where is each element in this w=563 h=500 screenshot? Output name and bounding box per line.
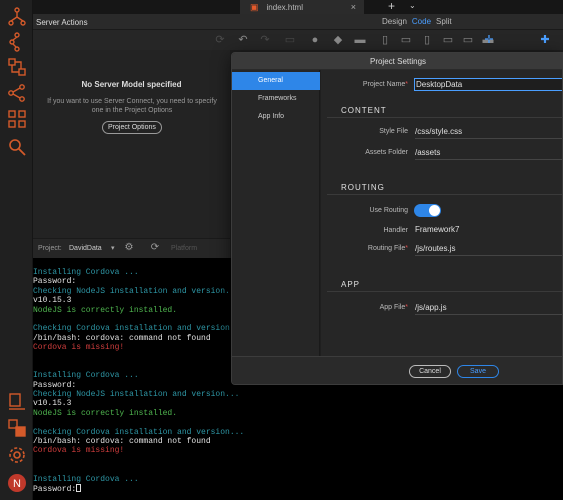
view-design[interactable]: Design xyxy=(382,17,407,26)
style-file-label: Style File xyxy=(379,128,408,135)
project-bar: Project: DavidData ▾ ⚙ ⟳ Platform xyxy=(33,238,230,258)
section-app-title: APP xyxy=(341,280,361,289)
project-settings-dialog: Project Settings General Frameworks App … xyxy=(231,52,563,385)
undo-icon[interactable]: ↶ xyxy=(236,33,250,47)
no-server-model-description: If you want to use Server Connect, you n… xyxy=(47,98,217,114)
assets-folder-label: Assets Folder xyxy=(365,149,408,156)
settings-icon[interactable] xyxy=(6,444,27,465)
nav-frameworks[interactable]: Frameworks xyxy=(232,90,320,108)
dialog-title: Project Settings xyxy=(232,53,562,70)
android-icon[interactable]: ◆ xyxy=(331,33,345,47)
nav-app-info[interactable]: App Info xyxy=(232,108,320,126)
refresh-icon[interactable]: ⟳ xyxy=(213,33,227,47)
search-icon[interactable] xyxy=(6,136,27,157)
project-label: Project: xyxy=(38,245,62,252)
gear-icon[interactable]: ⚙ xyxy=(123,242,135,254)
assets-folder-input[interactable]: /assets xyxy=(415,147,562,160)
app-flow-icon[interactable] xyxy=(6,6,27,27)
terminal-prompt[interactable]: Password: xyxy=(33,483,563,494)
terminal-line: v10.15.3 xyxy=(33,399,72,409)
notification-badge-letter: N xyxy=(13,478,21,490)
dialog-footer: Cancel Save xyxy=(232,356,562,384)
tablet-landscape-icon[interactable]: ▭ xyxy=(441,33,455,47)
terminal-cursor xyxy=(76,483,82,492)
activity-bar: N xyxy=(0,0,33,500)
routing-file-label: Routing File* xyxy=(367,245,408,252)
section-divider xyxy=(327,194,562,195)
redo-icon[interactable]: ↷ xyxy=(258,33,272,47)
handler-label: Handler xyxy=(383,227,408,234)
view-switcher: Design Code Split xyxy=(382,17,452,26)
terminal-line: /bin/bash: cordova: command not found xyxy=(33,437,211,447)
html5-icon: ▣ xyxy=(250,1,259,12)
phone-landscape-icon[interactable]: ▭ xyxy=(399,33,413,47)
project-select[interactable]: DavidData xyxy=(69,245,102,252)
structure-icon[interactable] xyxy=(6,31,27,52)
style-file-input[interactable]: /css/style.css xyxy=(415,126,562,139)
view-split[interactable]: Split xyxy=(436,17,452,26)
cancel-button[interactable]: Cancel xyxy=(409,365,451,378)
share-icon[interactable] xyxy=(6,82,27,103)
panel-header: Server Actions Design Code Split xyxy=(33,14,563,30)
app-file-input[interactable]: /js/app.js xyxy=(415,302,562,315)
section-content-title: CONTENT xyxy=(341,106,387,115)
toolbar: ⟳ ↶ ↷ ▭ ● ◆ ▬ ▯ ▭ ▯ ▭ ▭ ▬ ✛ ✚ xyxy=(33,30,563,50)
terminal-line: Checking NodeJS installation and version… xyxy=(33,390,240,400)
notifications-icon[interactable]: N xyxy=(6,472,27,493)
routing-file-input[interactable]: /js/routes.js xyxy=(415,243,562,256)
use-routing-toggle[interactable] xyxy=(414,204,441,217)
terminal-line: NodeJS is correctly installed. xyxy=(33,408,178,418)
monitor-icon[interactable]: ▬ xyxy=(353,33,367,47)
git-icon[interactable] xyxy=(6,417,27,438)
close-tab-icon[interactable]: × xyxy=(351,2,356,12)
tablet-icon[interactable]: ▯ xyxy=(420,33,434,47)
inspect-icon[interactable]: ✚ xyxy=(538,33,552,47)
tab-index-html[interactable]: ▣ index.html × xyxy=(240,0,364,14)
sync-icon[interactable]: ⟳ xyxy=(149,242,161,254)
server-connect-icon[interactable] xyxy=(6,56,27,77)
server-actions-panel: No Server Model specified If you want to… xyxy=(33,50,230,238)
terminal-line: Checking Cordova installation and versio… xyxy=(33,427,245,437)
tab-strip: ▣ index.html × + ⌄ xyxy=(33,0,563,14)
panel-title: Server Actions xyxy=(36,18,88,27)
project-name-label: Project Name* xyxy=(362,81,408,88)
no-server-model-title: No Server Model specified xyxy=(81,80,182,89)
view-code[interactable]: Code xyxy=(412,17,431,26)
section-routing-title: ROUTING xyxy=(341,183,385,192)
apple-icon[interactable]: ● xyxy=(308,33,322,47)
new-tab-button[interactable]: + xyxy=(388,0,395,12)
app-file-label: App File* xyxy=(379,304,408,311)
tab-label: index.html xyxy=(266,2,303,12)
terminal-line: Installing Cordova ... xyxy=(33,474,139,484)
terminal-line: Cordova is missing! xyxy=(33,446,125,456)
use-routing-label: Use Routing xyxy=(369,207,408,214)
platform-select[interactable]: Platform xyxy=(171,245,197,252)
camera-icon[interactable]: ▭ xyxy=(283,33,297,47)
modules-icon[interactable] xyxy=(6,108,27,129)
project-name-input[interactable]: DesktopData xyxy=(414,78,562,91)
laptop-icon[interactable]: ▭ xyxy=(461,33,475,47)
section-divider xyxy=(327,291,562,292)
tabs-menu-chevron-icon[interactable]: ⌄ xyxy=(409,0,416,12)
fit-icon[interactable]: ✛ xyxy=(482,33,496,47)
publish-icon[interactable] xyxy=(6,390,27,411)
chevron-down-icon[interactable]: ▾ xyxy=(111,244,115,252)
section-divider xyxy=(327,117,562,118)
handler-select[interactable]: Framework7 xyxy=(415,225,459,234)
project-options-button[interactable]: Project Options xyxy=(102,121,162,134)
settings-content: Project Name* DesktopData CONTENT Style … xyxy=(321,70,562,356)
nav-general[interactable]: General xyxy=(232,72,320,90)
settings-nav: General Frameworks App Info xyxy=(232,70,320,356)
phone-icon[interactable]: ▯ xyxy=(378,33,392,47)
save-button[interactable]: Save xyxy=(457,365,499,378)
